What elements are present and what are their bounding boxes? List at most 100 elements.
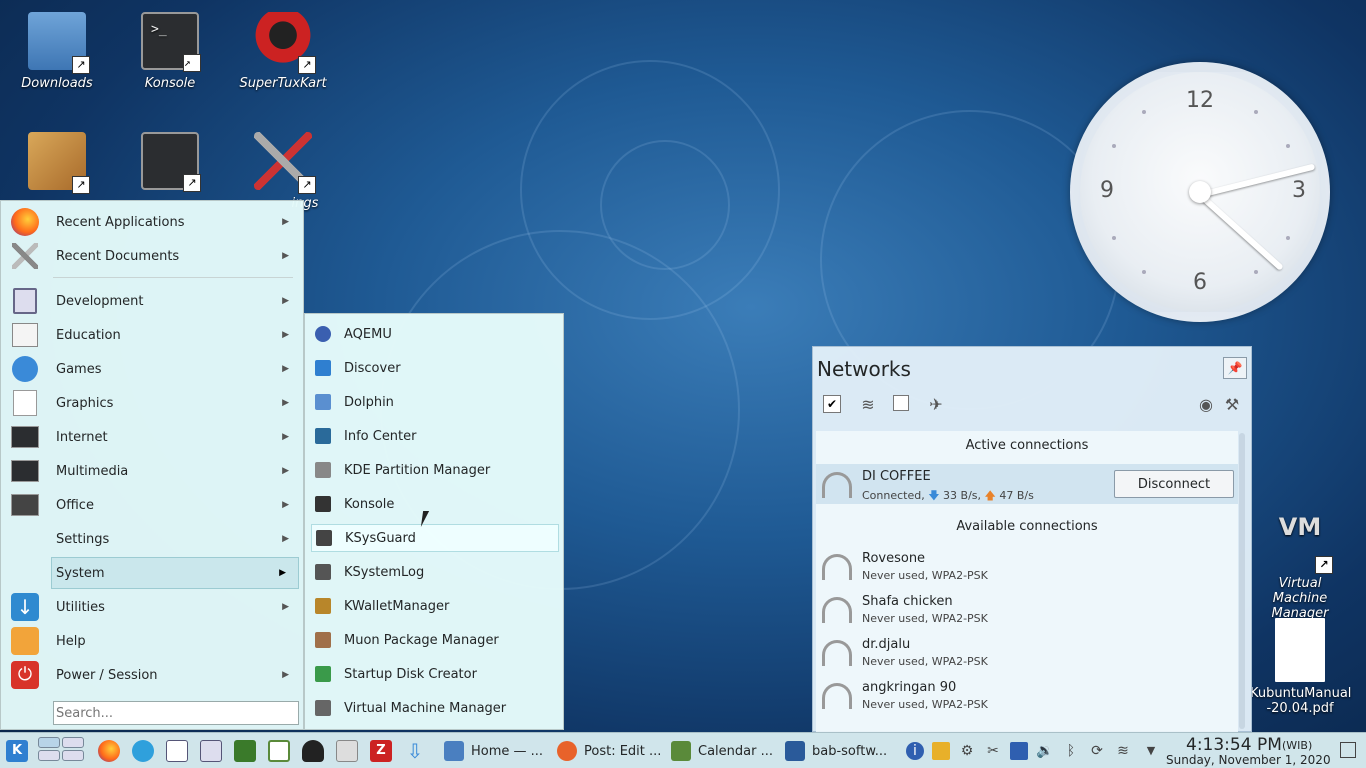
tux-kart-icon: ↗: [254, 12, 316, 74]
available-connection-row[interactable]: angkringan 90 Never used, WPA2-PSK: [816, 675, 1238, 718]
airplane-mode-icon[interactable]: ✈: [925, 395, 947, 415]
chevron-right-icon: ▶: [282, 534, 289, 544]
taskbar-timezone: (WIB): [1282, 739, 1313, 752]
upload-arrow-icon: 🡅: [984, 489, 996, 502]
menu-item-office[interactable]: Office ▶: [1, 489, 301, 521]
submenu-item-discover[interactable]: Discover: [311, 354, 559, 382]
desktop-icon-konsole[interactable]: >_ ↗ Konsole: [120, 12, 220, 91]
desktop-icon-kubuntu-manual[interactable]: KubuntuManual -20.04.pdf: [1250, 618, 1351, 716]
pager-desktop-4[interactable]: [62, 750, 84, 761]
menu-item-multimedia[interactable]: Multimedia ▶: [1, 455, 301, 487]
submenu-item-virtual-machine-manager[interactable]: Virtual Machine Manager: [311, 694, 559, 722]
binoculars-icon[interactable]: ◉: [1195, 395, 1217, 415]
document-icon[interactable]: [166, 740, 188, 762]
firefox-icon[interactable]: [98, 740, 120, 762]
terminal-icon: [315, 496, 331, 512]
menu-item-recent-documents[interactable]: Recent Documents ▶: [1, 240, 301, 272]
show-desktop-icon[interactable]: [1340, 742, 1356, 758]
tools-icon: ↗: [254, 132, 316, 194]
info-icon[interactable]: i: [906, 742, 924, 760]
connection-name: dr.djalu: [862, 637, 911, 652]
configure-wrench-icon[interactable]: ⚒: [1221, 395, 1243, 415]
taskbar-time[interactable]: 4:13:54 PM: [1186, 735, 1282, 755]
task-home-dolphin[interactable]: Home — ...: [444, 738, 543, 764]
desktop-icon-package[interactable]: ↗: [7, 132, 107, 196]
menu-item-label: Games: [56, 361, 102, 377]
desktop-icon-virtual-machine-manager[interactable]: VM ↗ Virtual Machine Manager: [1250, 512, 1350, 621]
menu-item-label: Help: [56, 633, 86, 649]
scissors-icon[interactable]: ✂: [984, 742, 1002, 760]
submenu-item-ksysguard[interactable]: KSysGuard: [311, 524, 559, 552]
available-connection-row[interactable]: Rovesone Never used, WPA2-PSK: [816, 546, 1238, 589]
connections-scrollbar[interactable]: [1239, 433, 1245, 729]
text-editor-icon[interactable]: [200, 740, 222, 762]
submenu-item-konsole[interactable]: Konsole: [311, 490, 559, 518]
dictionary-icon[interactable]: [234, 740, 256, 762]
submenu-item-ksystemlog[interactable]: KSystemLog: [311, 558, 559, 586]
taskbar-date: Sunday, November 1, 2020: [1166, 753, 1331, 767]
submenu-item-label: Discover: [344, 360, 401, 376]
submenu-item-muon-package-manager[interactable]: Muon Package Manager: [311, 626, 559, 654]
chevron-up-icon[interactable]: ▼: [1142, 742, 1160, 760]
task-label: bab-softw...: [812, 743, 888, 759]
downloader-icon[interactable]: ⇩: [404, 740, 426, 762]
wifi-enable-checkbox[interactable]: [893, 395, 909, 411]
desktop-icon-downloads[interactable]: ↗ Downloads: [7, 12, 107, 91]
menu-item-power-session[interactable]: ⏻ Power / Session ▶: [1, 659, 301, 691]
desktop-icon-system-info[interactable]: ↗: [120, 132, 220, 196]
menu-item-recent-applications[interactable]: Recent Applications ▶: [1, 206, 301, 238]
available-connection-row[interactable]: Shafa chicken Never used, WPA2-PSK: [816, 589, 1238, 632]
office-icon: [9, 489, 41, 521]
submenu-item-kwalletmanager[interactable]: KWalletManager: [311, 592, 559, 620]
settings-icon: [9, 523, 41, 555]
menu-item-label: Settings: [56, 531, 110, 547]
network-tool-icon[interactable]: [336, 740, 358, 762]
calendar-icon[interactable]: [268, 740, 290, 762]
submenu-item-dolphin[interactable]: Dolphin: [311, 388, 559, 416]
display-icon[interactable]: [1010, 742, 1028, 760]
submenu-item-info-center[interactable]: Info Center: [311, 422, 559, 450]
menu-item-label: Graphics: [56, 395, 114, 411]
wifi-toggle-icon[interactable]: ≋: [857, 395, 879, 415]
disconnect-button[interactable]: Disconnect: [1114, 470, 1234, 498]
kde-launcher-icon[interactable]: K: [6, 740, 28, 762]
gear-icon[interactable]: ⚙: [958, 742, 976, 760]
menu-search-input[interactable]: [53, 701, 299, 725]
enable-networking-checkbox[interactable]: ✔: [823, 395, 841, 413]
pager-desktop-2[interactable]: [62, 737, 84, 748]
wifi-icon[interactable]: ≋: [1114, 742, 1132, 760]
filezilla-icon[interactable]: Z: [370, 740, 392, 762]
menu-item-internet[interactable]: Internet ▶: [1, 421, 301, 453]
available-connection-row[interactable]: dr.djalu Never used, WPA2-PSK: [816, 632, 1238, 675]
menu-item-system[interactable]: System ▶: [51, 557, 299, 589]
menu-item-education[interactable]: Education ▶: [1, 319, 301, 351]
active-connection-row[interactable]: DI COFFEE Connected, 🡇 33 B/s, 🡅 47 B/s …: [816, 464, 1238, 504]
task-bab-software[interactable]: bab-softw...: [785, 738, 887, 764]
submenu-item-startup-disk-creator[interactable]: Startup Disk Creator: [311, 660, 559, 688]
menu-item-graphics[interactable]: Graphics ▶: [1, 387, 301, 419]
task-post-edit-firefox[interactable]: Post: Edit ...: [557, 738, 661, 764]
task-calendar[interactable]: Calendar ...: [671, 738, 773, 764]
menu-item-help[interactable]: Help: [1, 625, 301, 657]
menu-item-development[interactable]: Development ▶: [1, 285, 301, 317]
desktop-icon-supertuxkart[interactable]: ↗ SuperTuxKart: [233, 12, 333, 91]
clock-number: 9: [1100, 178, 1114, 203]
system-submenu: AQEMU Discover Dolphin Info Center KDE P…: [304, 313, 564, 730]
bluetooth-icon[interactable]: ᛒ: [1062, 742, 1080, 760]
menu-item-games[interactable]: Games ▶: [1, 353, 301, 385]
updates-icon[interactable]: ⟳: [1088, 742, 1106, 760]
submenu-item-aqemu[interactable]: AQEMU: [311, 320, 559, 348]
menu-item-settings[interactable]: Settings ▶: [1, 523, 301, 555]
telegram-icon[interactable]: [132, 740, 154, 762]
clock-tick: [1254, 110, 1258, 114]
volume-icon[interactable]: 🔉: [1036, 742, 1054, 760]
pin-icon[interactable]: 📌: [1223, 357, 1247, 379]
menu-item-utilities[interactable]: ↓ Utilities ▶: [1, 591, 301, 623]
clipboard-icon[interactable]: [932, 742, 950, 760]
internet-icon: [9, 421, 41, 453]
inkscape-icon[interactable]: [302, 740, 324, 762]
pager-desktop-3[interactable]: [38, 750, 60, 761]
clock-tick: [1142, 270, 1146, 274]
submenu-item-kde-partition-manager[interactable]: KDE Partition Manager: [311, 456, 559, 484]
pager-desktop-1[interactable]: [38, 737, 60, 748]
